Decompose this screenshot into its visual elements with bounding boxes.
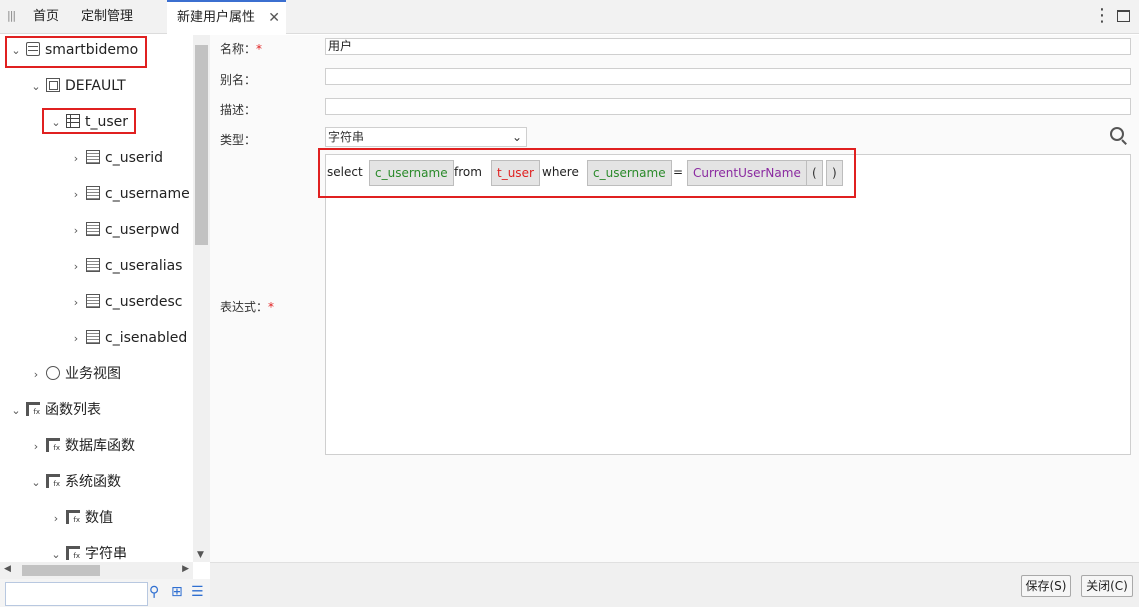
column-icon <box>86 258 100 272</box>
tab-custom-management[interactable]: 定制管理 <box>81 0 133 34</box>
tree-node-db-functions[interactable]: › fx 数据库函数 <box>28 428 135 464</box>
tree-node-column[interactable]: › c_userpwd <box>68 212 179 248</box>
column-icon <box>86 330 100 344</box>
save-button[interactable]: 保存(S) <box>1021 575 1071 597</box>
list-icon[interactable]: ☰ <box>191 584 204 600</box>
alias-label: 别名： <box>220 73 257 87</box>
chevron-down-icon: ⌄ <box>511 130 522 144</box>
chevron-down-icon[interactable]: ⌄ <box>48 537 64 562</box>
type-select-value: 字符串 <box>328 130 365 144</box>
tree-node-schema[interactable]: ⌄ DEFAULT <box>28 68 126 104</box>
scroll-down-icon[interactable]: ▼ <box>197 550 204 560</box>
tree-node-column[interactable]: › c_useralias <box>68 248 182 284</box>
chevron-down-icon[interactable]: ⌄ <box>8 393 24 429</box>
tree-node-column[interactable]: › c_userid <box>68 140 163 176</box>
tree-node-label: c_userpwd <box>105 222 180 238</box>
tree-vertical-scrollbar[interactable]: ▼ <box>193 35 210 562</box>
name-label: 名称：* <box>220 42 263 56</box>
tree-node-label: 数值 <box>85 510 113 526</box>
chevron-right-icon[interactable]: › <box>68 285 84 321</box>
chevron-right-icon[interactable]: › <box>68 213 84 249</box>
tree-node-label: 字符串 <box>85 546 127 562</box>
tab-label: 新建用户属性 <box>177 10 256 25</box>
tree-node-column[interactable]: › c_isenabled <box>68 320 187 356</box>
attribute-form: 名称：* 用户 别名： 描述： 类型： 字符串 ⌄ 表达式：* select c… <box>210 35 1139 607</box>
more-vertical-icon[interactable]: ⋮ <box>1093 5 1111 27</box>
function-icon: fx <box>46 474 60 488</box>
column-icon <box>86 186 100 200</box>
chevron-right-icon[interactable]: › <box>68 321 84 357</box>
scroll-left-icon[interactable]: ◀ <box>4 564 11 574</box>
tree-node-numeric[interactable]: › fx 数值 <box>48 500 113 536</box>
tab-new-user-attribute[interactable]: 新建用户属性 ✕ <box>167 0 286 34</box>
scrollbar-thumb[interactable] <box>22 565 100 576</box>
tree-node-label: 函数列表 <box>45 402 101 418</box>
highlight-box-root <box>5 36 147 68</box>
tree-node-label: c_userid <box>105 150 164 166</box>
name-field[interactable]: 用户 <box>325 38 1131 55</box>
description-field[interactable] <box>325 98 1131 115</box>
search-icon[interactable] <box>1110 127 1124 141</box>
search-icon[interactable]: ⚲ <box>149 584 159 600</box>
tree-node-label: c_username <box>105 186 190 202</box>
tab-home[interactable]: 首页 <box>33 0 59 34</box>
tree-node-label: 业务视图 <box>65 366 121 382</box>
type-select[interactable]: 字符串 ⌄ <box>325 127 527 147</box>
expression-editor[interactable]: select c_username from t_user where c_us… <box>325 154 1131 455</box>
chevron-right-icon[interactable]: › <box>68 249 84 285</box>
tree-node-label: c_useralias <box>105 258 183 274</box>
tree-node-label: 数据库函数 <box>65 438 135 454</box>
resource-tree: ⌄ smartbidemo ⌄ DEFAULT ⌄ t_user › c_userid … <box>0 35 210 607</box>
chevron-down-icon[interactable]: ⌄ <box>28 465 44 501</box>
schema-icon <box>46 78 60 92</box>
form-footer: 保存(S) 关闭(C) <box>210 562 1139 607</box>
tree-node-functions[interactable]: ⌄ fx 函数列表 <box>8 392 101 428</box>
alias-field[interactable] <box>325 68 1131 85</box>
tree-node-sys-functions[interactable]: ⌄ fx 系统函数 <box>28 464 121 500</box>
tree-search-input[interactable] <box>5 582 148 606</box>
column-icon <box>86 222 100 236</box>
tree-node-label: 系统函数 <box>65 474 121 490</box>
function-icon: fx <box>26 402 40 416</box>
tree-node-business-view[interactable]: › 业务视图 <box>28 356 121 392</box>
tree-node-label: c_userdesc <box>105 294 183 310</box>
drag-handle-icon[interactable]: ||| <box>7 9 16 22</box>
chevron-right-icon[interactable]: › <box>68 177 84 213</box>
highlight-box-expression <box>318 148 856 198</box>
chevron-right-icon[interactable]: › <box>68 141 84 177</box>
chevron-right-icon[interactable]: › <box>28 429 44 465</box>
tree-node-column[interactable]: › c_username <box>68 176 190 212</box>
chevron-down-icon[interactable]: ⌄ <box>28 69 44 105</box>
scroll-right-icon[interactable]: ▶ <box>182 564 189 574</box>
tree-node-string[interactable]: ⌄ fx 字符串 <box>48 536 127 562</box>
function-icon: fx <box>46 438 60 452</box>
close-button[interactable]: 关闭(C) <box>1081 575 1133 597</box>
tree-node-label: c_isenabled <box>105 330 188 346</box>
description-label: 描述： <box>220 103 257 117</box>
close-icon[interactable]: ✕ <box>268 2 280 34</box>
scrollbar-thumb[interactable] <box>195 45 208 245</box>
tab-bar: ||| 首页 定制管理 新建用户属性 ✕ ⋮ <box>0 0 1139 34</box>
expression-label: 表达式：* <box>220 300 275 314</box>
tree-node-label: DEFAULT <box>65 78 126 94</box>
function-icon: fx <box>66 510 80 524</box>
chevron-right-icon[interactable]: › <box>28 357 44 393</box>
column-icon <box>86 294 100 308</box>
maximize-icon[interactable] <box>1117 10 1130 22</box>
column-icon <box>86 150 100 164</box>
chevron-right-icon[interactable]: › <box>48 501 64 537</box>
tree-search-bar: ⚲ ⊞ ☰ <box>0 579 210 607</box>
function-icon: fx <box>66 546 80 560</box>
tree-node-column[interactable]: › c_userdesc <box>68 284 182 320</box>
hierarchy-icon[interactable]: ⊞ <box>171 584 183 600</box>
tree-horizontal-scrollbar[interactable]: ◀ ▶ <box>0 562 193 579</box>
search-icon <box>46 366 60 380</box>
type-label: 类型： <box>220 133 257 147</box>
highlight-box-table <box>42 108 136 134</box>
